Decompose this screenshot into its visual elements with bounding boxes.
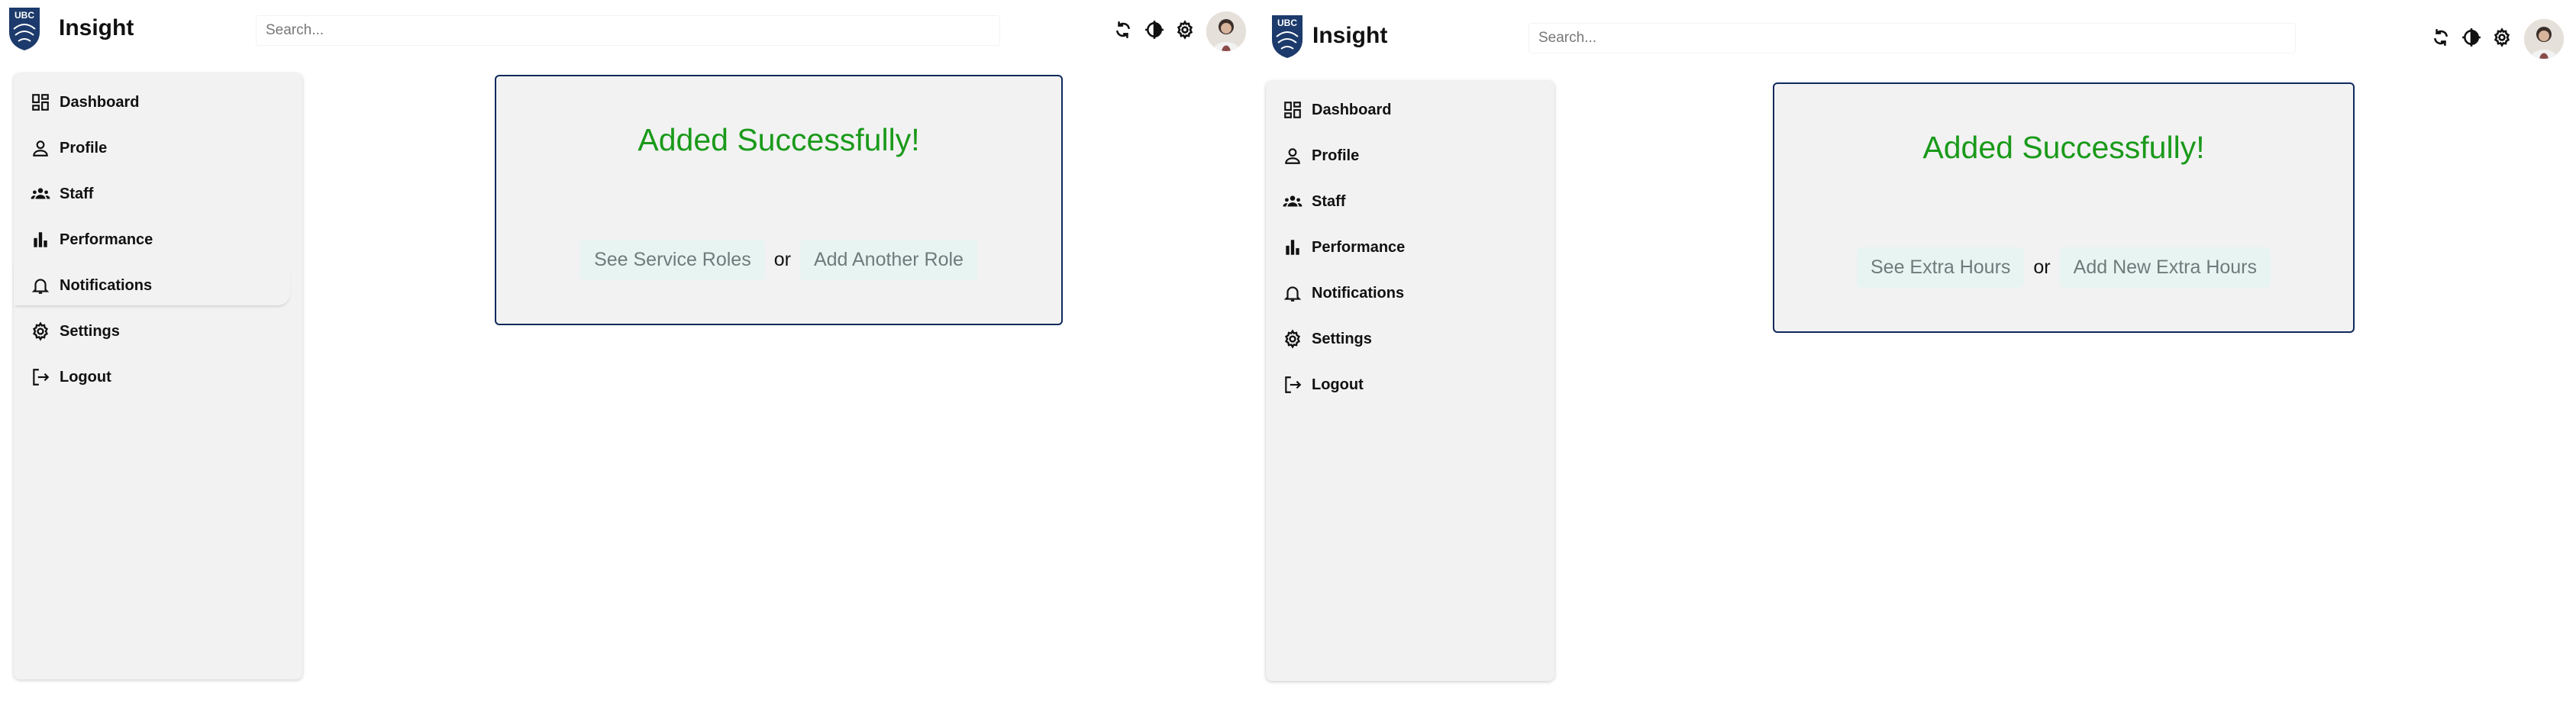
gear-icon	[31, 321, 50, 341]
sidebar: Dashboard Profile Staff Performance Noti…	[1266, 81, 1554, 681]
dashboard-icon	[31, 92, 50, 112]
sidebar-item-label: Dashboard	[60, 94, 140, 111]
sidebar: Dashboard Profile Staff Performance Noti…	[14, 73, 302, 679]
success-card: Added Successfully! See Service Roles or…	[495, 75, 1063, 325]
sidebar-item-settings[interactable]: Settings	[1266, 319, 1554, 359]
sidebar-item-label: Performance	[1312, 239, 1406, 256]
dashboard-icon	[1283, 100, 1303, 120]
search-input[interactable]	[1528, 23, 2296, 53]
staff-icon	[31, 184, 50, 204]
gear-icon	[1283, 329, 1303, 349]
sidebar-item-performance[interactable]: Performance	[14, 220, 302, 260]
profile-icon	[31, 138, 50, 158]
logout-icon	[1283, 375, 1303, 395]
or-separator: or	[773, 249, 791, 270]
sidebar-item-profile[interactable]: Profile	[1266, 136, 1554, 176]
sidebar-item-label: Settings	[1312, 331, 1372, 347]
app-title: Insight	[59, 15, 134, 40]
action-row: See Service Roles or Add Another Role	[496, 240, 1061, 280]
see-service-roles-button[interactable]: See Service Roles	[580, 240, 765, 280]
avatar[interactable]	[1206, 11, 1246, 51]
avatar[interactable]	[2524, 19, 2564, 59]
action-row: See Extra Hours or Add New Extra Hours	[1774, 247, 2353, 288]
success-card: Added Successfully! See Extra Hours or A…	[1773, 82, 2355, 333]
app-title: Insight	[1312, 23, 1388, 48]
success-message: Added Successfully!	[638, 122, 920, 157]
sidebar-item-label: Profile	[60, 140, 108, 157]
bell-icon	[1283, 283, 1303, 303]
search-input[interactable]	[256, 15, 1000, 46]
success-message: Added Successfully!	[1922, 130, 2205, 165]
sidebar-item-dashboard[interactable]: Dashboard	[1266, 90, 1554, 130]
sidebar-item-notifications[interactable]: Notifications	[14, 266, 290, 305]
staff-icon	[1283, 192, 1303, 211]
ubc-logo[interactable]: UBC	[8, 6, 41, 52]
performance-icon	[31, 230, 50, 250]
sidebar-item-staff[interactable]: Staff	[14, 174, 302, 214]
add-new-extra-hours-button[interactable]: Add New Extra Hours	[2059, 247, 2271, 288]
gear-icon[interactable]	[1173, 18, 1196, 41]
bell-icon	[31, 276, 50, 295]
theme-toggle-icon[interactable]	[1143, 18, 1166, 41]
sidebar-item-label: Profile	[1312, 147, 1360, 164]
sidebar-item-label: Performance	[60, 231, 153, 248]
sidebar-item-dashboard[interactable]: Dashboard	[14, 82, 302, 122]
sidebar-item-label: Notifications	[60, 277, 153, 294]
sidebar-item-notifications[interactable]: Notifications	[1266, 273, 1554, 313]
refresh-icon[interactable]	[2429, 26, 2452, 49]
or-separator: or	[2033, 257, 2051, 278]
sidebar-item-staff[interactable]: Staff	[1266, 182, 1554, 221]
sidebar-item-performance[interactable]: Performance	[1266, 228, 1554, 267]
ubc-logo[interactable]: UBC	[1270, 14, 1304, 60]
performance-icon	[1283, 237, 1303, 257]
logo-text: UBC	[15, 10, 34, 21]
sidebar-item-label: Logout	[60, 369, 111, 386]
add-another-role-button[interactable]: Add Another Role	[799, 240, 977, 280]
sidebar-item-label: Dashboard	[1312, 102, 1392, 118]
top-bar: UBC Insight	[0, 0, 1263, 64]
top-bar: UBC Insight	[1263, 8, 2576, 72]
refresh-icon[interactable]	[1112, 18, 1135, 41]
sidebar-item-label: Staff	[60, 186, 94, 202]
screen-panel-1: UBC Insight Search... Dashboard Profile …	[0, 0, 1263, 710]
sidebar-item-label: Notifications	[1312, 285, 1405, 302]
sidebar-item-logout[interactable]: Logout	[1266, 365, 1554, 405]
sidebar-item-profile[interactable]: Profile	[14, 128, 302, 168]
logout-icon	[31, 367, 50, 387]
screen-panel-2: UBC Insight Search... Dashboard Profile …	[1263, 0, 2576, 710]
see-extra-hours-button[interactable]: See Extra Hours	[1856, 247, 2025, 288]
theme-toggle-icon[interactable]	[2460, 26, 2483, 49]
sidebar-item-label: Logout	[1312, 376, 1364, 393]
sidebar-item-label: Staff	[1312, 193, 1346, 210]
sidebar-item-label: Settings	[60, 323, 120, 340]
sidebar-item-settings[interactable]: Settings	[14, 311, 302, 351]
sidebar-item-logout[interactable]: Logout	[14, 357, 302, 397]
profile-icon	[1283, 146, 1303, 166]
gear-icon[interactable]	[2490, 26, 2513, 49]
logo-text: UBC	[1277, 18, 1297, 28]
